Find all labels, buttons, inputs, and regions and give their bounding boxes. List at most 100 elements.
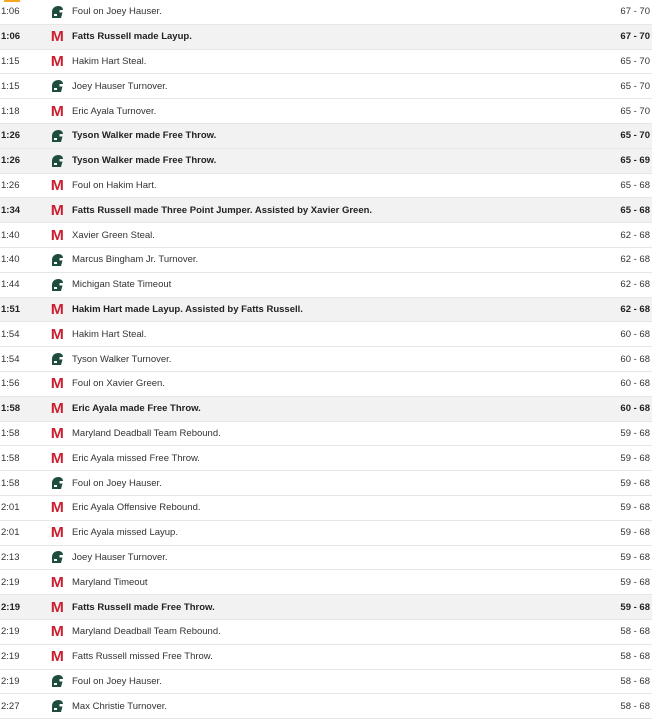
play-time: 1:44 — [1, 279, 20, 291]
play-description: Eric Ayala missed Layup. — [72, 527, 178, 539]
play-description: Eric Ayala made Free Throw. — [72, 403, 201, 415]
play-time: 1:58 — [1, 477, 20, 489]
play-description: Foul on Xavier Green. — [72, 378, 165, 390]
play-description: Joey Hauser Turnover. — [72, 551, 168, 563]
play-row: 2:19 Foul on Joey Hauser. 58 - 68 — [0, 670, 652, 695]
spartan-helmet-logo-icon — [41, 476, 72, 490]
maryland-m-logo-icon: M — [50, 176, 63, 194]
play-row: 2:13 Joey Hauser Turnover. 59 - 68 — [0, 546, 652, 571]
spartan-helmet-logo-icon — [41, 550, 72, 564]
maryland-m-logo-icon: M — [50, 28, 63, 46]
play-time: 1:34 — [1, 204, 21, 216]
play-description: Marcus Bingham Jr. Turnover. — [72, 254, 199, 266]
play-row: 1:26 Tyson Walker made Free Throw. 65 - 69 — [0, 148, 652, 174]
play-time: 2:19 — [1, 675, 20, 687]
play-row: 1:58 M Eric Ayala made Free Throw. 60 - 68 — [0, 396, 652, 422]
play-row: 1:58 M Eric Ayala missed Free Throw. 59 - 6… — [0, 446, 652, 472]
play-row: 1:15 Joey Hauser Turnover. 65 - 70 — [0, 74, 652, 100]
play-description: Foul on Joey Hauser. — [72, 477, 162, 489]
spartan-helmet-logo-icon — [41, 5, 72, 19]
play-score: 62 - 68 — [620, 303, 650, 315]
maryland-m-logo-icon: M — [50, 648, 63, 666]
play-score: 65 - 68 — [620, 179, 650, 191]
play-time: 1:58 — [1, 427, 20, 439]
play-score: 65 - 69 — [620, 155, 650, 167]
maryland-m-logo-icon: M — [50, 524, 63, 542]
play-row: 1:40 M Xavier Green Steal. 62 - 68 — [0, 223, 652, 248]
play-score: 58 - 68 — [620, 675, 650, 687]
play-score: 59 - 68 — [620, 576, 650, 588]
maryland-m-logo-icon: M — [50, 400, 63, 418]
maryland-m-logo-icon: M — [50, 300, 63, 318]
play-row: 2:19 M Fatts Russell made Free Throw. 59 - … — [0, 595, 652, 620]
maryland-m-logo-icon: M — [50, 424, 63, 442]
spartan-helmet-logo-icon — [41, 79, 72, 93]
play-description: Eric Ayala missed Free Throw. — [72, 452, 200, 464]
play-row: 1:06 Foul on Joey Hauser. 67 - 70 — [0, 0, 652, 25]
play-time: 1:06 — [1, 6, 20, 18]
maryland-m-logo-icon: M — [50, 449, 63, 467]
play-score: 67 - 70 — [620, 31, 650, 43]
play-description: Foul on Joey Hauser. — [72, 6, 162, 18]
play-description: Fatts Russell made Free Throw. — [72, 601, 215, 613]
play-row: 1:56 M Foul on Xavier Green. 60 - 68 — [0, 372, 652, 397]
maryland-m-logo-icon: M — [50, 201, 63, 219]
play-description: Fatts Russell missed Free Throw. — [72, 651, 213, 663]
play-description: Joey Hauser Turnover. — [72, 80, 168, 92]
play-row: 1:26 Tyson Walker made Free Throw. 65 - 70 — [0, 123, 652, 149]
maryland-m-logo-icon: M — [50, 573, 63, 591]
play-score: 59 - 68 — [620, 427, 650, 439]
play-score: 65 - 70 — [620, 105, 650, 117]
play-description: Michigan State Timeout — [72, 279, 172, 291]
play-time: 2:27 — [1, 700, 20, 712]
play-time: 2:19 — [1, 601, 21, 613]
page-margin — [652, 0, 671, 716]
play-time: 1:40 — [1, 254, 20, 266]
play-score: 65 - 70 — [620, 130, 650, 142]
maryland-m-logo-icon: M — [50, 375, 63, 393]
play-row: 1:26 M Foul on Hakim Hart. 65 - 68 — [0, 174, 652, 199]
maryland-m-logo-icon: M — [50, 226, 63, 244]
play-score: 59 - 68 — [620, 551, 650, 563]
play-time: 2:13 — [1, 551, 20, 563]
spartan-helmet-logo-icon — [41, 129, 72, 143]
play-time: 1:26 — [1, 130, 21, 142]
play-row: 1:44 Michigan State Timeout 62 - 68 — [0, 273, 652, 298]
play-row: 1:54 M Hakim Hart Steal. 60 - 68 — [0, 322, 652, 348]
play-description: Fatts Russell made Three Point Jumper. A… — [72, 204, 373, 216]
play-time: 1:58 — [1, 403, 21, 415]
play-time: 1:18 — [1, 105, 20, 117]
play-time: 1:26 — [1, 179, 20, 191]
play-score: 59 - 68 — [620, 477, 650, 489]
play-description: Maryland Deadball Team Rebound. — [72, 626, 221, 638]
play-time: 2:19 — [1, 626, 20, 638]
play-description: Fatts Russell made Layup. — [72, 31, 192, 43]
play-description: Hakim Hart made Layup. Assisted by Fatts… — [72, 303, 303, 315]
play-score: 62 - 68 — [620, 254, 650, 266]
play-by-play-table: 1:06 Foul on Joey Hauser. 67 - 70 1:06 M Fatt… — [0, 0, 652, 719]
play-description: Tyson Walker made Free Throw. — [72, 130, 217, 142]
play-score: 59 - 68 — [620, 601, 650, 613]
play-score: 62 - 68 — [620, 279, 650, 291]
spartan-helmet-logo-icon — [41, 253, 72, 267]
play-row: 2:19 M Maryland Deadball Team Rebound. 58 -… — [0, 620, 652, 645]
play-row: 2:19 M Fatts Russell missed Free Throw. 58 … — [0, 645, 652, 670]
play-score: 65 - 70 — [620, 80, 650, 92]
play-time: 1:15 — [1, 80, 20, 92]
play-score: 62 - 68 — [620, 229, 650, 241]
maryland-m-logo-icon: M — [50, 598, 63, 616]
play-row: 1:58 M Maryland Deadball Team Rebound. 59 -… — [0, 422, 652, 447]
play-description: Eric Ayala Turnover. — [72, 105, 157, 117]
play-row: 2:01 M Eric Ayala Offensive Rebound. 59 - 6… — [0, 496, 652, 521]
play-description: Foul on Joey Hauser. — [72, 675, 162, 687]
play-score: 59 - 68 — [620, 502, 650, 514]
play-row: 1:06 M Fatts Russell made Layup. 67 - 70 — [0, 24, 652, 50]
play-row: 1:18 M Eric Ayala Turnover. 65 - 70 — [0, 99, 652, 124]
play-score: 58 - 68 — [620, 700, 650, 712]
play-description: Tyson Walker made Free Throw. — [72, 155, 217, 167]
play-row: 1:51 M Hakim Hart made Layup. Assisted by … — [0, 297, 652, 323]
spartan-helmet-logo-icon — [41, 278, 72, 292]
play-score: 59 - 68 — [620, 452, 650, 464]
play-time: 2:19 — [1, 651, 20, 663]
play-score: 67 - 70 — [620, 6, 650, 18]
